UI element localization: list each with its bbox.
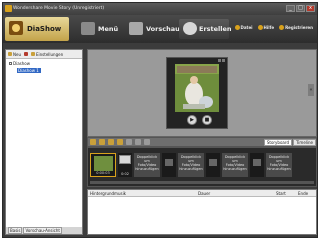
- project-panel: Neu Einstellungen Diashow Diashow 1 Basi…: [5, 49, 83, 235]
- diashow-label: DiaShow: [27, 25, 62, 33]
- hilfe-link[interactable]: Hilfe: [257, 25, 275, 30]
- player-restore-icon[interactable]: [218, 59, 221, 62]
- transition-thumbnail: [119, 155, 131, 164]
- datei-link[interactable]: Datei: [234, 25, 253, 30]
- nav-erstellen-label: Erstellen: [199, 25, 232, 33]
- storyboard-empty-slot[interactable]: Doppelklick um Foto/Video hinzuzufügen: [178, 153, 204, 177]
- text-icon[interactable]: [108, 139, 114, 145]
- preview-area: ▶ ■ «: [87, 49, 317, 137]
- storyboard-empty-slot[interactable]: Doppelklick um Foto/Video hinzuzufügen: [222, 153, 248, 177]
- tree-root[interactable]: Diashow: [9, 61, 79, 66]
- photo-duration: 0:00:03: [96, 171, 110, 175]
- title-bar: Wondershare Movie Story (Unregistriert) …: [3, 3, 317, 15]
- transition-slot[interactable]: [206, 153, 220, 177]
- disc-icon: [183, 22, 197, 35]
- transition-duration: 0:02: [121, 172, 129, 176]
- storyboard-empty-slot[interactable]: Doppelklick um Foto/Video hinzuzufügen: [134, 153, 160, 177]
- settings-label: Einstellungen: [36, 51, 64, 57]
- preview-player: ▶ ■: [166, 57, 228, 129]
- hilfe-label: Hilfe: [263, 25, 275, 30]
- preview-photo: [175, 64, 219, 112]
- app-window: Wondershare Movie Story (Unregistriert) …: [2, 2, 318, 238]
- play-button[interactable]: ▶: [187, 115, 197, 125]
- datei-label: Datei: [240, 25, 253, 30]
- window-title: Wondershare Movie Story (Unregistriert): [13, 6, 105, 11]
- player-fullscreen-icon[interactable]: [222, 59, 225, 62]
- delete-item-icon[interactable]: [144, 139, 150, 145]
- nav-vorschau-label: Vorschau: [146, 25, 180, 33]
- nav-menu-label: Menü: [98, 25, 119, 33]
- collapse-icon[interactable]: [9, 62, 12, 65]
- close-button[interactable]: x: [306, 5, 315, 12]
- help-icon: [257, 25, 263, 30]
- tree-item-diashow-1[interactable]: Diashow 1: [17, 68, 41, 73]
- delete-button[interactable]: [24, 52, 28, 56]
- edit-toolbar: Storyboard Timeline: [87, 137, 317, 147]
- settings-button[interactable]: Einstellungen: [31, 52, 63, 57]
- file-icon: [234, 25, 240, 30]
- view-tabs: Storyboard Timeline: [263, 138, 316, 146]
- window-controls: _ □ x: [286, 5, 315, 12]
- transition-slot[interactable]: [250, 153, 264, 177]
- new-label: Neu: [13, 51, 21, 57]
- diashow-button[interactable]: DiaShow: [5, 17, 69, 41]
- new-button[interactable]: Neu: [8, 52, 21, 57]
- key-icon: [279, 25, 285, 30]
- music-panel: Hintergrundmusik Dauer Start Ende: [87, 189, 317, 235]
- app-logo-icon: [5, 5, 12, 12]
- minimize-button[interactable]: _: [286, 5, 295, 12]
- project-tree: Diashow Diashow 1: [6, 59, 82, 75]
- storyboard: 0:00:03 0:02 Doppelklick um Foto/Video h…: [87, 147, 317, 187]
- photo-content: [175, 64, 219, 112]
- delete-icon: [24, 52, 28, 56]
- nav-erstellen-button[interactable]: Erstellen: [179, 19, 232, 39]
- register-label: Registrieren: [285, 25, 313, 30]
- new-icon: [8, 52, 12, 56]
- col-start[interactable]: Start: [274, 191, 296, 196]
- transition-placeholder-icon: [253, 159, 261, 166]
- tab-storyboard[interactable]: Storyboard: [263, 138, 292, 146]
- diashow-icon: [9, 21, 23, 35]
- stop-button[interactable]: ■: [202, 115, 212, 125]
- main-toolbar: DiaShow Menü Vorschau Erstellen Datei Hi…: [3, 15, 317, 43]
- rotate-right-icon[interactable]: [135, 139, 141, 145]
- edit-icon[interactable]: [117, 139, 123, 145]
- project-tabs: Basis Vorschau-Ansicht: [6, 227, 82, 234]
- add-music-icon[interactable]: [99, 139, 105, 145]
- storyboard-empty-slot[interactable]: Doppelklick um Foto/Video hinzuzufügen: [266, 153, 292, 177]
- transition-placeholder-icon: [165, 159, 173, 166]
- rotate-left-icon[interactable]: [126, 139, 132, 145]
- menu-icon: [81, 22, 95, 35]
- project-toolbar: Neu Einstellungen: [6, 50, 82, 59]
- add-photo-icon[interactable]: [90, 139, 96, 145]
- nav-menu-button[interactable]: Menü: [81, 19, 125, 39]
- maximize-button[interactable]: □: [296, 5, 305, 12]
- settings-icon: [31, 52, 35, 56]
- transition-placeholder-icon: [209, 159, 217, 166]
- storyboard-transition[interactable]: 0:02: [118, 153, 132, 177]
- nav-vorschau-button[interactable]: Vorschau: [129, 19, 180, 39]
- storyboard-photo[interactable]: 0:00:03: [90, 153, 116, 177]
- storyboard-items: 0:00:03 0:02 Doppelklick um Foto/Video h…: [90, 153, 292, 177]
- storyboard-scrollbar[interactable]: [90, 181, 314, 184]
- preview-icon: [129, 22, 143, 35]
- tab-vorschau-ansicht[interactable]: Vorschau-Ansicht: [23, 227, 62, 234]
- tree-root-label: Diashow: [13, 61, 30, 66]
- music-header: Hintergrundmusik Dauer Start Ende: [88, 190, 316, 197]
- player-window-buttons: [218, 59, 225, 62]
- collapse-side-tab[interactable]: «: [308, 84, 314, 96]
- photo-thumbnail: [94, 156, 113, 171]
- player-controls: ▶ ■: [187, 115, 212, 125]
- register-link[interactable]: Registrieren: [279, 25, 313, 30]
- col-dauer[interactable]: Dauer: [196, 191, 274, 196]
- top-links: Datei Hilfe Registrieren: [234, 25, 313, 30]
- tab-timeline[interactable]: Timeline: [292, 138, 316, 146]
- col-ende[interactable]: Ende: [296, 191, 316, 196]
- col-hintergrundmusik[interactable]: Hintergrundmusik: [88, 191, 196, 196]
- tab-basis[interactable]: Basis: [8, 227, 23, 234]
- transition-slot[interactable]: [162, 153, 176, 177]
